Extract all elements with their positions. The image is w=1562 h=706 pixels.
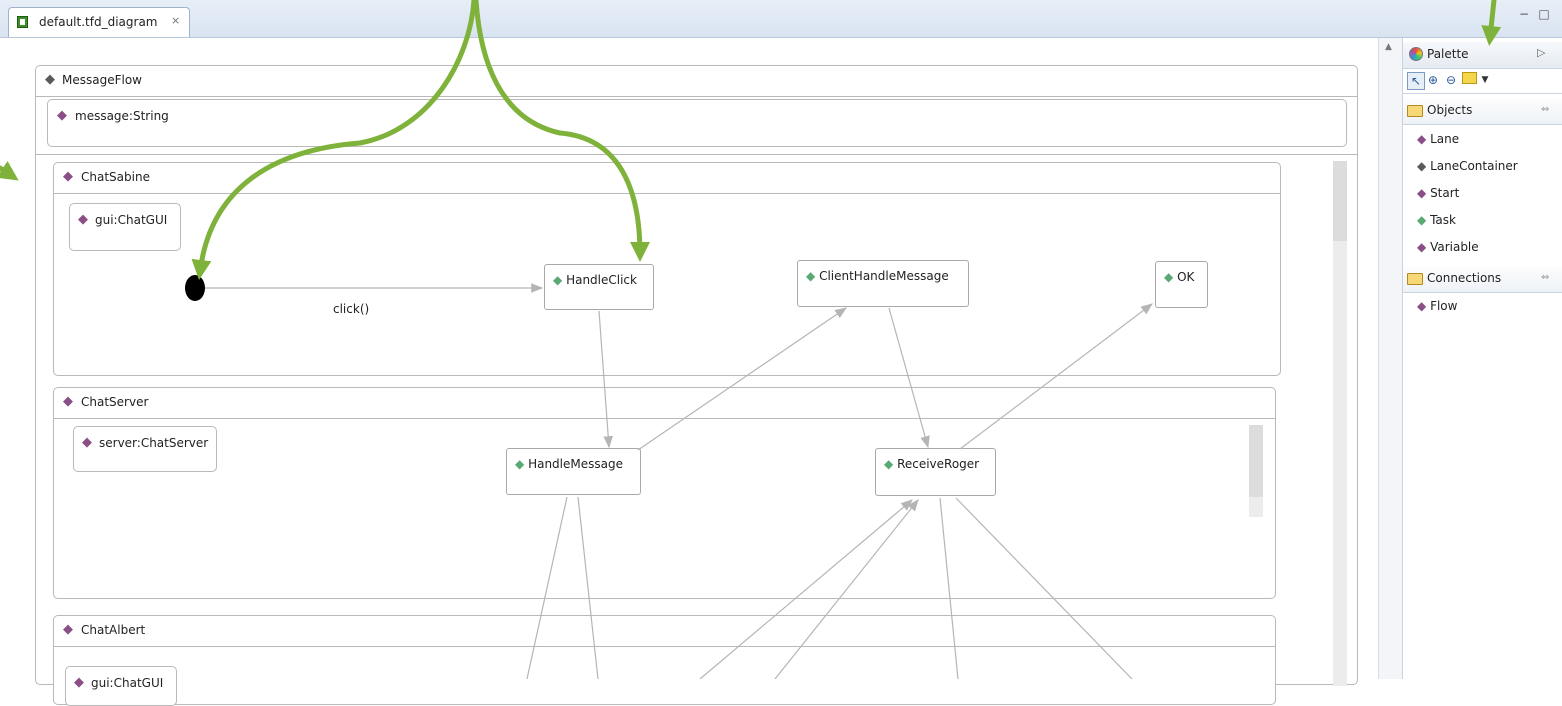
palette-item-lane-label: Lane [1430,132,1460,146]
zoom-in-icon[interactable]: ⊕ [1425,72,1441,88]
palette-toolbar: ↖ ⊕ ⊖ ▼ [1403,69,1562,94]
palette-item-variable-label: Variable [1430,240,1479,254]
flow-line [577,496,599,679]
flow-handlemessage-clienthandlemessage [637,307,847,451]
folder-icon [1407,104,1423,117]
folder-icon [1407,272,1423,285]
diamond-icon: ◆ [1417,132,1427,146]
palette-item-task-label: Task [1430,213,1456,227]
note-icon[interactable] [1461,72,1477,88]
flow-line [939,497,959,679]
palette-item-start-label: Start [1430,186,1460,200]
zoom-out-icon[interactable]: ⊖ [1443,72,1459,88]
diamond-icon: ◆ [1417,159,1427,173]
palette-item-lanecontainer[interactable]: ◆ LaneContainer [1417,159,1518,173]
palette-item-lanecontainer-label: LaneContainer [1430,159,1518,173]
diamond-icon: ◆ [1417,186,1427,200]
palette-group-objects-label: Objects [1427,103,1473,117]
palette-group-objects[interactable]: Objects ⇔ [1403,98,1562,125]
select-arrow-icon[interactable]: ↖ [1407,72,1425,90]
palette-collapse-icon[interactable]: ▷ [1537,46,1545,59]
group-pin-icon[interactable]: ⇔ [1541,272,1549,283]
scroll-up-icon[interactable]: ▲ [1385,42,1392,52]
diamond-icon: ◆ [1417,299,1427,313]
diamond-icon: ◆ [1417,240,1427,254]
palette-collapse-strip: ▲ [1378,38,1403,679]
palette-item-task[interactable]: ◆ Task [1417,213,1456,227]
flow-line [699,499,913,679]
palette-icon [1409,47,1423,61]
palette-group-connections[interactable]: Connections ⇔ [1403,266,1562,293]
palette-group-connections-label: Connections [1427,271,1502,285]
palette-item-variable[interactable]: ◆ Variable [1417,240,1479,254]
palette-item-flow[interactable]: ◆ Flow [1417,299,1457,313]
palette-item-start[interactable]: ◆ Start [1417,186,1459,200]
group-pin-icon[interactable]: ⇔ [1541,104,1549,115]
flow-receiveroger-ok [959,303,1153,450]
chevron-down-icon[interactable]: ▼ [1477,72,1493,88]
flow-handleclick-handlemessage [598,310,613,449]
start-node[interactable] [185,275,205,301]
palette-title: Palette [1427,47,1469,61]
palette-item-lane[interactable]: ◆ Lane [1417,132,1459,146]
flow-line [955,497,1133,679]
diamond-icon: ◆ [1417,213,1427,227]
palette-header: Palette ▷ [1403,42,1562,69]
flow-line [526,496,568,679]
flow-clienthandlemessage-receiveroger [888,307,930,449]
annotation-arrows [0,0,650,280]
flow-line [774,499,919,679]
palette-item-flow-label: Flow [1430,299,1458,313]
maximize-button[interactable]: □ [1538,8,1550,20]
diagram-connections [0,0,1153,679]
palette-panel: Palette ▷ ↖ ⊕ ⊖ ▼ Objects ⇔ ◆ Lane ◆ Lan… [1402,38,1562,679]
minimize-button[interactable]: − [1518,8,1530,20]
